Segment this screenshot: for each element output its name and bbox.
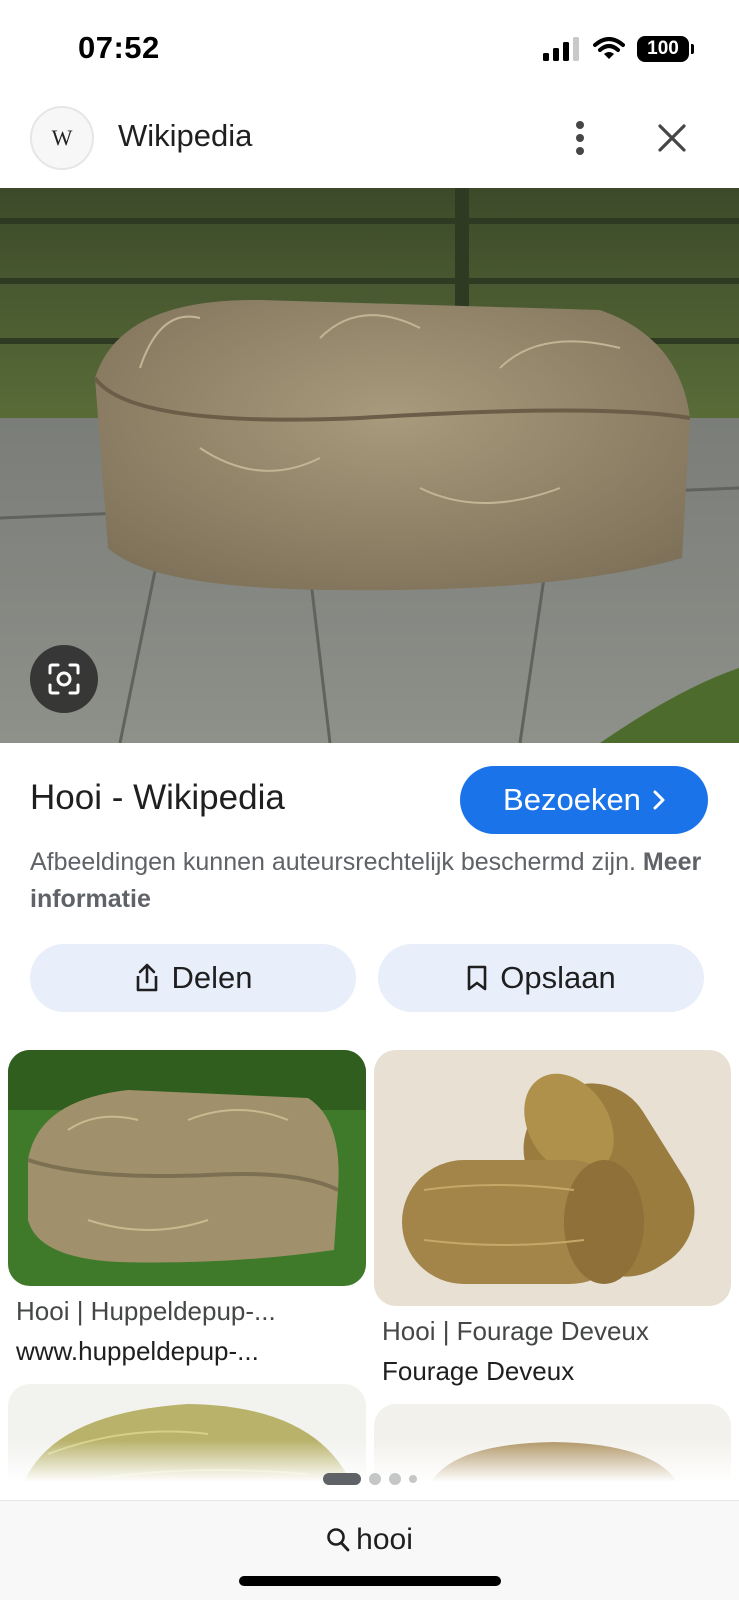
status-time: 07:52: [78, 30, 160, 65]
related-title-1[interactable]: Hooi | Huppeldepup-...: [16, 1296, 361, 1327]
copyright-text: Afbeeldingen kunnen auteursrechtelijk be…: [30, 848, 636, 876]
visit-button[interactable]: Bezoeken: [460, 766, 708, 834]
hay-bale-grass-photo: [8, 1050, 366, 1286]
chevron-right-icon: [653, 790, 665, 810]
signal-icon: [543, 37, 579, 61]
lens-button[interactable]: [30, 645, 98, 713]
more-options-button[interactable]: [560, 114, 600, 162]
wifi-icon: [593, 37, 625, 59]
viewer-header: W Wikipedia: [0, 100, 739, 186]
battery-icon: 100: [637, 36, 694, 62]
hay-rolls-photo: [374, 1050, 731, 1306]
save-button[interactable]: Opslaan: [378, 944, 704, 1012]
search-query[interactable]: hooi: [0, 1523, 739, 1557]
related-image-2[interactable]: [374, 1050, 731, 1306]
status-icons: 100: [543, 36, 694, 62]
hay-bale-photo: [0, 188, 739, 743]
related-source-2: Fourage Deveux: [382, 1356, 575, 1386]
related-title-2[interactable]: Hooi | Fourage Deveux: [382, 1316, 727, 1347]
related-source-1: www.huppeldepup-...: [16, 1336, 259, 1366]
page-dot-active: [322, 1473, 361, 1485]
page-dot: [408, 1475, 417, 1483]
visit-button-label: Bezoeken: [503, 782, 641, 817]
share-icon: [136, 963, 157, 992]
related-image-1[interactable]: [8, 1050, 366, 1286]
result-title[interactable]: Hooi - Wikipedia: [30, 778, 285, 818]
lens-icon: [48, 663, 80, 695]
search-query-text: hooi: [356, 1523, 413, 1556]
page-dot: [388, 1473, 401, 1485]
bottom-fade: [0, 1440, 739, 1500]
status-bar: 07:52 100: [0, 0, 739, 96]
site-name: Wikipedia: [118, 118, 253, 153]
close-button[interactable]: [650, 114, 694, 162]
save-label: Opslaan: [500, 960, 616, 995]
page-dot: [368, 1473, 381, 1485]
search-icon: [327, 1528, 350, 1552]
close-icon: [658, 124, 686, 152]
more-vert-icon: [576, 121, 584, 155]
share-button[interactable]: Delen: [30, 944, 356, 1012]
wikipedia-logo: W: [30, 106, 94, 170]
page-indicator: [0, 1472, 739, 1486]
home-indicator[interactable]: [239, 1576, 501, 1586]
share-label: Delen: [171, 960, 253, 995]
main-image[interactable]: [0, 188, 739, 743]
copyright-notice: Afbeeldingen kunnen auteursrechtelijk be…: [30, 844, 710, 918]
bookmark-icon: [467, 965, 487, 991]
